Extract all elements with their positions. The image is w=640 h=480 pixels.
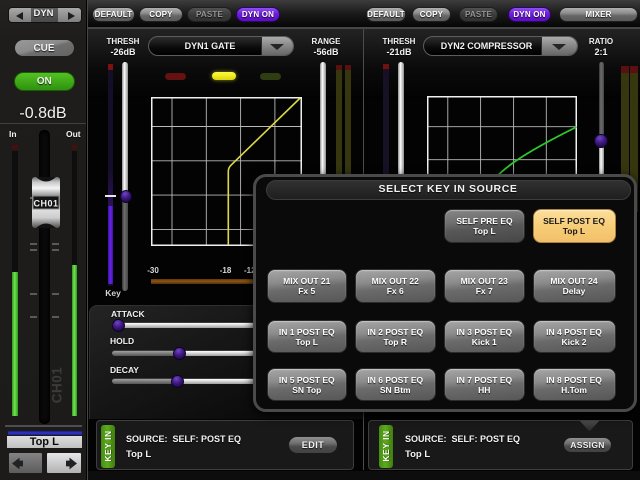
- svg-text:CH01: CH01: [33, 199, 58, 209]
